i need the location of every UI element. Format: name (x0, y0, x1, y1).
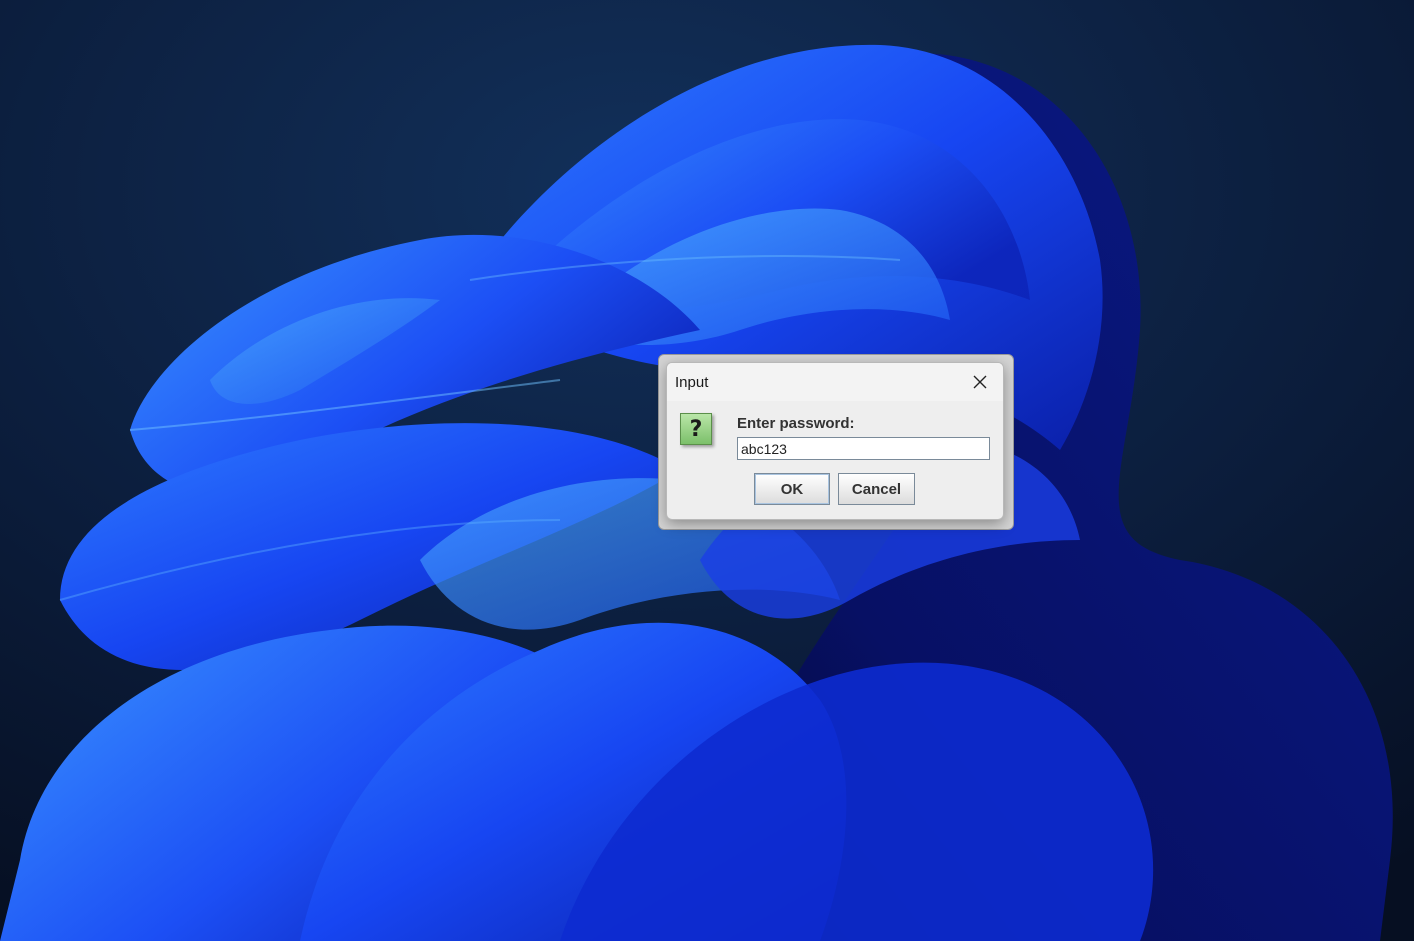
dialog-title: Input (675, 374, 709, 391)
cancel-button[interactable]: Cancel (838, 473, 915, 505)
close-icon (973, 375, 987, 389)
prompt-label: Enter password: (737, 415, 855, 432)
question-icon: ? (680, 413, 712, 445)
dialog-titlebar[interactable]: Input (667, 363, 1003, 401)
ok-button[interactable]: OK (754, 473, 830, 505)
close-button[interactable] (957, 363, 1003, 401)
cancel-button-label: Cancel (851, 480, 902, 498)
password-input[interactable] (737, 437, 990, 460)
ok-button-label: OK (780, 480, 804, 498)
input-dialog: Input ? Enter password: OK Cancel (666, 362, 1004, 520)
